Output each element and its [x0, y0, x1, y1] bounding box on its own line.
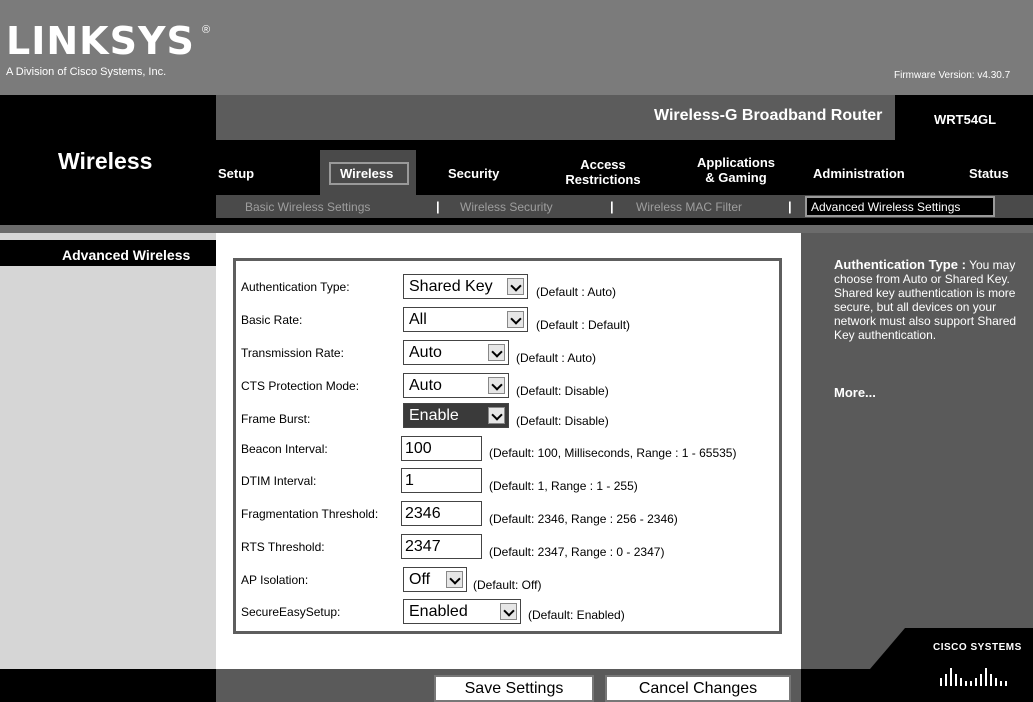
rts-threshold-input[interactable]: 2347	[401, 534, 482, 559]
dropdown-arrow-icon	[507, 311, 524, 328]
cancel-changes-button[interactable]: Cancel Changes	[605, 675, 791, 702]
rts-threshold-label: RTS Threshold:	[241, 540, 325, 554]
authentication-type-label: Authentication Type:	[241, 280, 350, 294]
tab-access-restrictions[interactable]: Access Restrictions	[554, 157, 652, 187]
frame-burst-hint: (Default: Disable)	[516, 414, 609, 428]
subnav-separator: |	[436, 199, 440, 214]
help-more-link[interactable]: More...	[834, 385, 876, 400]
frame-burst-value: Enable	[409, 407, 459, 424]
authentication-type-select[interactable]: Shared Key	[403, 274, 528, 299]
secure-easy-setup-label: SecureEasySetup:	[241, 605, 341, 619]
dtim-interval-input[interactable]: 1	[401, 468, 482, 493]
help-text: Authentication Type : You may choose fro…	[834, 257, 1030, 343]
registered-mark: ®	[202, 24, 211, 36]
model-name: WRT54GL	[934, 112, 997, 127]
cts-protection-select[interactable]: Auto	[403, 373, 509, 398]
rts-threshold-hint: (Default: 2347, Range : 0 - 2347)	[489, 545, 665, 559]
basic-rate-select[interactable]: All	[403, 307, 528, 332]
frame-burst-select[interactable]: Enable	[403, 403, 509, 428]
dropdown-arrow-icon	[446, 571, 463, 588]
ap-isolation-select[interactable]: Off	[403, 567, 467, 592]
basic-rate-hint: (Default : Default)	[536, 318, 631, 332]
subnav-basic-wireless[interactable]: Basic Wireless Settings	[245, 200, 370, 214]
tab-administration[interactable]: Administration	[813, 166, 905, 181]
dtim-interval-label: DTIM Interval:	[241, 474, 317, 488]
cts-protection-value: Auto	[409, 377, 442, 394]
linksys-logo: LINKSYS ® A Division of Cisco Systems, I…	[6, 14, 216, 84]
subnav-separator: |	[610, 199, 614, 214]
cisco-corner	[870, 628, 905, 669]
product-name: Wireless-G Broadband Router	[654, 107, 883, 124]
subnav-advanced-wireless[interactable]: Advanced Wireless Settings	[811, 200, 960, 214]
left-heading: Advanced Wireless	[62, 247, 191, 263]
transmission-rate-value: Auto	[409, 344, 442, 361]
transmission-rate-hint: (Default : Auto)	[516, 351, 597, 365]
left-column	[0, 233, 216, 669]
cts-protection-label: CTS Protection Mode:	[241, 379, 360, 393]
dropdown-arrow-icon	[488, 344, 505, 361]
tab-status[interactable]: Status	[969, 166, 1009, 181]
cisco-bridge-icon	[940, 668, 1007, 686]
dropdown-arrow-icon	[500, 603, 517, 620]
beacon-interval-label: Beacon Interval:	[241, 442, 328, 456]
beacon-interval-input[interactable]: 100	[401, 436, 482, 461]
tab-applications-gaming[interactable]: Applications & Gaming	[688, 155, 784, 185]
fragmentation-threshold-label: Fragmentation Threshold:	[241, 507, 379, 521]
basic-rate-value: All	[409, 311, 427, 328]
dropdown-arrow-icon	[507, 278, 524, 295]
help-title: Authentication Type :	[834, 257, 966, 272]
ap-isolation-hint: (Default: Off)	[473, 578, 542, 592]
save-settings-button[interactable]: Save Settings	[434, 675, 594, 702]
beacon-interval-hint: (Default: 100, Milliseconds, Range : 1 -…	[489, 446, 737, 460]
authentication-type-value: Shared Key	[409, 278, 493, 295]
transmission-rate-label: Transmission Rate:	[241, 346, 344, 360]
secure-easy-setup-select[interactable]: Enabled	[403, 599, 521, 624]
firmware-version: Firmware Version: v4.30.7	[894, 70, 1011, 81]
tab-setup[interactable]: Setup	[218, 166, 254, 181]
subnav-wireless-security[interactable]: Wireless Security	[460, 200, 553, 214]
tab-security[interactable]: Security	[448, 166, 499, 181]
frame-burst-label: Frame Burst:	[241, 412, 311, 426]
dtim-interval-hint: (Default: 1, Range : 1 - 255)	[489, 479, 638, 493]
subnav-separator: |	[788, 199, 792, 214]
transmission-rate-select[interactable]: Auto	[403, 340, 509, 365]
footer-left	[0, 669, 216, 702]
subnav-mac-filter[interactable]: Wireless MAC Filter	[636, 200, 742, 214]
logo-wordmark: LINKSYS	[6, 19, 195, 63]
cts-protection-hint: (Default: Disable)	[516, 384, 609, 398]
ap-isolation-label: AP Isolation:	[241, 573, 309, 587]
secure-easy-setup-value: Enabled	[409, 603, 468, 620]
authentication-type-hint: (Default : Auto)	[536, 285, 617, 299]
secure-easy-setup-hint: (Default: Enabled)	[528, 608, 625, 622]
logo-tagline: A Division of Cisco Systems, Inc.	[6, 66, 167, 78]
fragmentation-threshold-input[interactable]: 2346	[401, 501, 482, 526]
basic-rate-label: Basic Rate:	[241, 313, 303, 327]
dropdown-arrow-icon	[488, 407, 505, 424]
fragmentation-threshold-hint: (Default: 2346, Range : 256 - 2346)	[489, 512, 678, 526]
dropdown-arrow-icon	[488, 377, 505, 394]
tab-wireless[interactable]: Wireless	[340, 166, 393, 181]
ap-isolation-value: Off	[409, 571, 431, 588]
section-title: Wireless	[58, 148, 153, 174]
cisco-wordmark: Cisco Systems	[933, 642, 1022, 653]
